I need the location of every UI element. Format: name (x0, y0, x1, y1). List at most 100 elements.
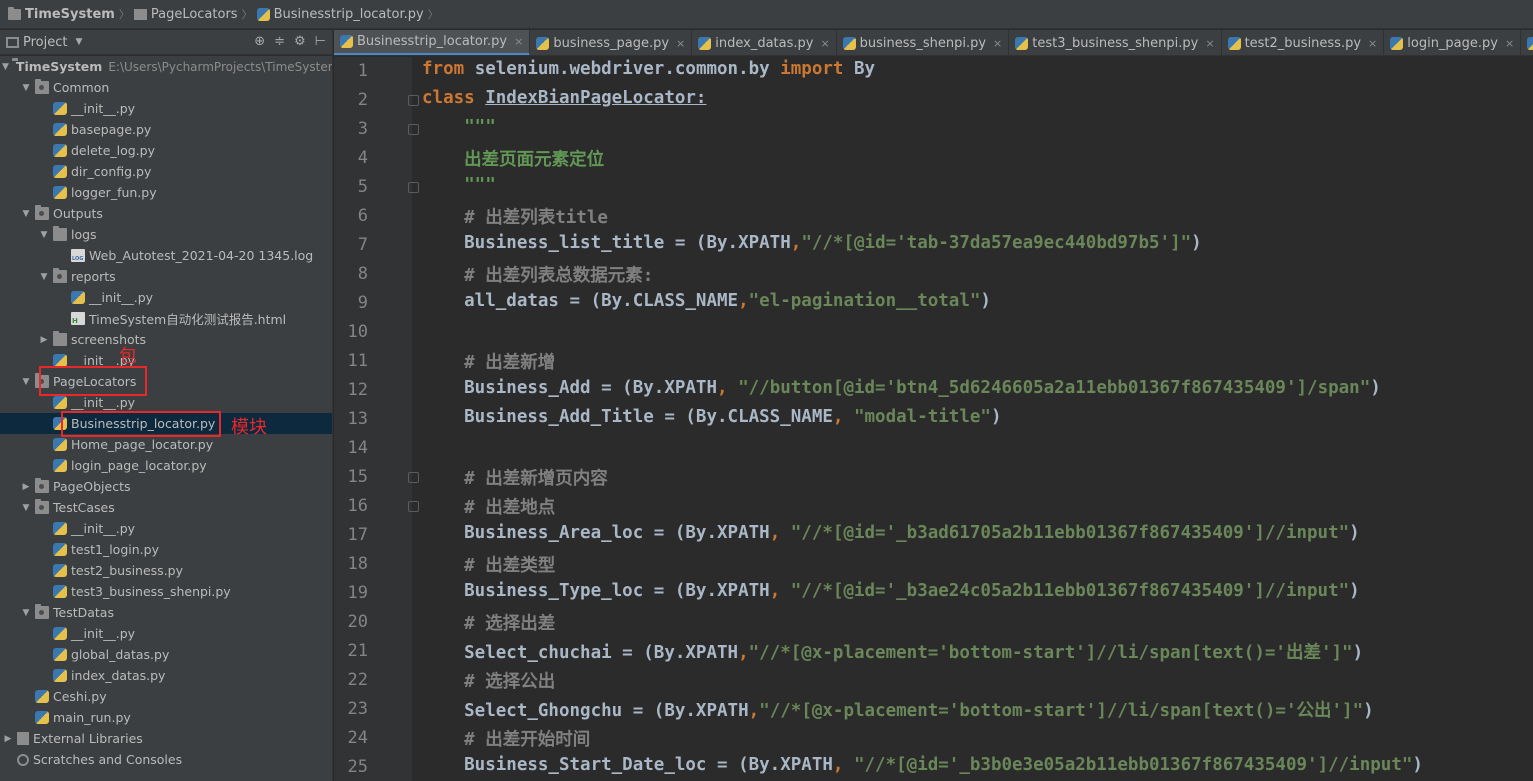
project-panel-header: Project ▼ ⊕ ≑ ⚙ ⊢ (0, 30, 332, 55)
tree-item[interactable]: logger_fun.py (0, 182, 332, 203)
chevron-right-icon[interactable]: ▶ (38, 335, 50, 345)
fold-marker-icon[interactable] (408, 95, 419, 106)
close-icon[interactable]: × (1505, 37, 1514, 50)
tree-item[interactable]: delete_log.py (0, 140, 332, 161)
locate-file-icon[interactable]: ⊕ (254, 34, 265, 49)
fold-marker-icon[interactable] (408, 472, 419, 483)
editor-tab[interactable]: business_page.py × (530, 30, 693, 55)
python-file-icon (35, 711, 49, 724)
breadcrumb-item-project[interactable]: TimeSystem (8, 6, 115, 22)
tree-item[interactable]: main_run.py (0, 707, 332, 728)
tree-item[interactable]: ▼ reports (0, 266, 332, 287)
tree-item[interactable]: global_datas.py (0, 644, 332, 665)
editor-tab[interactable]: login_page.py × (1384, 30, 1522, 55)
tree-item[interactable]: basepage.py (0, 119, 332, 140)
tree-item[interactable]: ▼ Common (0, 77, 332, 98)
tree-item[interactable]: __init__.py (0, 518, 332, 539)
code-line: Business_Add = (By.XPATH, "//button[@id=… (422, 378, 1381, 398)
python-file-icon (53, 648, 67, 661)
code-token: Business_Start_Date_loc = (By.XPATH (422, 755, 833, 775)
breadcrumb-item-package[interactable]: PageLocators (133, 7, 238, 22)
python-file-icon (53, 123, 67, 136)
chevron-right-icon[interactable]: ▶ (2, 734, 14, 744)
code-token: import (780, 59, 854, 79)
package-icon (35, 604, 49, 619)
chevron-down-icon[interactable]: ▼ (2, 62, 9, 72)
close-icon[interactable]: × (514, 35, 523, 48)
editor-tab-label: test2_business.py (1244, 35, 1362, 51)
line-number: 22 (347, 670, 368, 690)
breadcrumb-item-file[interactable]: Businesstrip_locator.py (256, 7, 424, 22)
tree-item[interactable]: Ceshi.py (0, 686, 332, 707)
tree-item[interactable]: login_page_locator.py (0, 455, 332, 476)
tree-item[interactable]: __init__.py (0, 98, 332, 119)
fold-marker-icon[interactable] (408, 501, 419, 512)
tree-item[interactable]: Scratches and Consoles (0, 749, 332, 770)
code-token: ) (1363, 701, 1374, 721)
code-line: # 选择出差 (422, 610, 555, 635)
tree-item[interactable]: Home_page_locator.py (0, 434, 332, 455)
chevron-down-icon[interactable]: ▼ (38, 230, 50, 240)
chevron-down-icon[interactable]: ▼ (20, 503, 32, 513)
close-icon[interactable]: × (676, 37, 685, 50)
tree-item[interactable]: TimeSystem自动化测试报告.html (0, 308, 332, 329)
editor-tab[interactable]: index_datas.py × (692, 30, 837, 55)
tree-item-label: TestCases (53, 500, 115, 515)
code-token: , (832, 407, 854, 427)
tree-item-label: login_page_locator.py (71, 458, 207, 473)
hide-panel-icon[interactable]: ⊢ (315, 34, 326, 49)
tree-item[interactable]: test2_business.py (0, 560, 332, 581)
code-line: # 出差列表总数据元素: (422, 262, 653, 287)
tree-item[interactable]: ▶ screenshots (0, 329, 332, 350)
close-icon[interactable]: × (993, 37, 1002, 50)
editor-tab[interactable]: Businesstrip_locator.py × (334, 30, 531, 55)
tree-item[interactable]: index_datas.py (0, 665, 332, 686)
fold-marker-icon[interactable] (408, 124, 419, 135)
editor-tab[interactable]: Ceshi.py× (1521, 30, 1533, 55)
tree-item[interactable]: ▶ PageObjects (0, 476, 332, 497)
chevron-right-icon[interactable]: ▶ (20, 482, 32, 492)
tree-item-label: Common (53, 80, 110, 95)
tree-item[interactable]: test3_business_shenpi.py (0, 581, 332, 602)
gear-icon[interactable]: ⚙ (294, 34, 306, 49)
package-icon (53, 268, 67, 283)
tree-item-label: global_datas.py (71, 647, 170, 662)
tree-item-label: TimeSystem (15, 59, 103, 74)
chevron-right-icon: 〉 (427, 8, 439, 21)
tree-item-label: logs (71, 227, 97, 242)
chevron-down-icon[interactable]: ▼ (20, 608, 32, 618)
tree-item[interactable]: ▼ Outputs (0, 203, 332, 224)
close-icon[interactable]: × (1205, 37, 1214, 50)
line-number: 12 (347, 380, 368, 400)
project-view-icon (6, 36, 19, 48)
tree-item[interactable]: ▼ logs (0, 224, 332, 245)
package-icon (35, 205, 49, 220)
chevron-down-icon[interactable]: ▼ (20, 377, 32, 387)
tree-item[interactable]: dir_config.py (0, 161, 332, 182)
chevron-down-icon[interactable]: ▼ (75, 37, 82, 47)
close-icon[interactable]: × (820, 37, 829, 50)
editor-tab[interactable]: business_shenpi.py × (837, 30, 1010, 55)
chevron-down-icon[interactable]: ▼ (20, 209, 32, 219)
collapse-all-icon[interactable]: ≑ (274, 34, 285, 49)
tree-item[interactable]: ▼ TestCases (0, 497, 332, 518)
tree-item[interactable]: __init__.py (0, 623, 332, 644)
tree-item[interactable]: ▶ External Libraries (0, 728, 332, 749)
chevron-down-icon[interactable]: ▼ (20, 83, 32, 93)
fold-marker-icon[interactable] (408, 182, 419, 193)
package-icon (133, 8, 147, 20)
close-icon[interactable]: × (1368, 37, 1377, 50)
tree-item[interactable]: __init__.py (0, 287, 332, 308)
tree-item[interactable]: ▼ TestDatas (0, 602, 332, 623)
project-view-selector[interactable]: Project (23, 35, 67, 50)
chevron-down-icon[interactable]: ▼ (38, 272, 50, 282)
editor-tab[interactable]: test2_business.py × (1222, 30, 1385, 55)
tree-item[interactable]: Web_Autotest_2021-04-20 1345.log (0, 245, 332, 266)
package-annotation-label: 包 (119, 346, 137, 367)
code-line: class IndexBianPageLocator: (422, 88, 706, 108)
tree-item[interactable]: test1_login.py (0, 539, 332, 560)
python-file-icon (35, 690, 49, 703)
code-token: "modal-title" (853, 407, 991, 427)
editor-tab[interactable]: test3_business_shenpi.py × (1009, 30, 1222, 55)
tree-item[interactable]: ▼ TimeSystem E:\Users\PycharmProjects\Time… (0, 56, 332, 77)
